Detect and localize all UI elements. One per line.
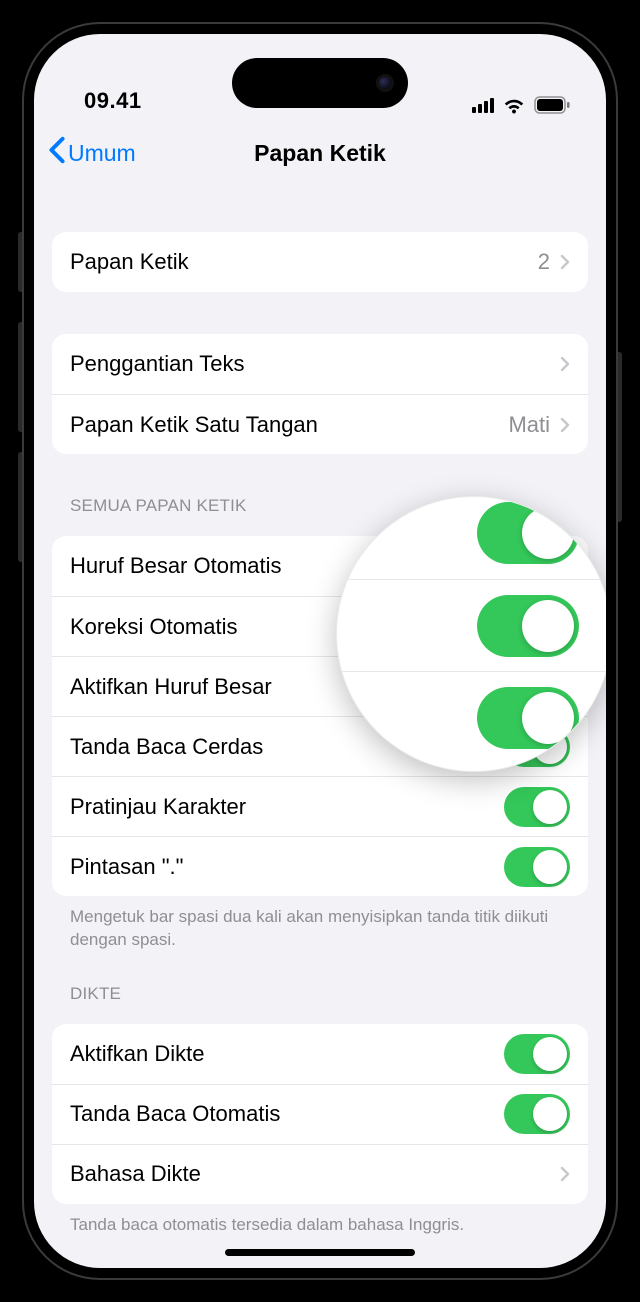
text-replacement-row[interactable]: Penggantian Teks — [52, 334, 588, 394]
one-handed-keyboard-row[interactable]: Papan Ketik Satu Tangan Mati — [52, 394, 588, 454]
dictation-group: Aktifkan Dikte Tanda Baca Otomatis Bahas… — [52, 1024, 588, 1204]
magnified-auto-correction-row — [337, 579, 606, 671]
dynamic-island — [232, 58, 408, 108]
wifi-icon — [502, 96, 526, 114]
row-label: Aktifkan Dikte — [70, 1041, 504, 1067]
row-label: Pintasan "." — [70, 854, 504, 880]
chevron-left-icon — [48, 136, 68, 170]
auto-punctuation-row: Tanda Baca Otomatis — [52, 1084, 588, 1144]
magnified-toggle-row — [337, 496, 606, 579]
chevron-right-icon — [560, 417, 570, 433]
magnified-auto-correction-toggle — [477, 595, 579, 657]
row-label: Bahasa Dikte — [70, 1161, 560, 1187]
enable-dictation-toggle[interactable] — [504, 1034, 570, 1074]
row-label: Penggantian Teks — [70, 351, 560, 377]
phone-frame: 09.41 Umum Papan Ketik — [22, 22, 618, 1280]
row-label: Papan Ketik Satu Tangan — [70, 412, 508, 438]
side-button — [18, 452, 22, 562]
cellular-signal-icon — [472, 97, 494, 113]
page-title: Papan Ketik — [254, 140, 386, 167]
back-label: Umum — [68, 140, 136, 167]
text-group: Penggantian Teks Papan Ketik Satu Tangan… — [52, 334, 588, 454]
navigation-bar: Umum Papan Ketik — [34, 124, 606, 182]
screen: 09.41 Umum Papan Ketik — [34, 34, 606, 1268]
home-indicator[interactable] — [225, 1249, 415, 1256]
magnified-toggle — [477, 502, 579, 564]
side-button — [18, 322, 22, 432]
row-label: Tanda Baca Otomatis — [70, 1101, 504, 1127]
character-preview-row: Pratinjau Karakter — [52, 776, 588, 836]
battery-icon — [534, 96, 570, 114]
character-preview-toggle[interactable] — [504, 787, 570, 827]
status-time: 09.41 — [84, 88, 142, 114]
front-camera — [376, 74, 394, 92]
all-keyboards-footer: Mengetuk bar spasi dua kali akan menyisi… — [52, 896, 588, 952]
keyboards-group: Papan Ketik 2 — [52, 232, 588, 292]
magnified-toggle — [477, 687, 579, 749]
magnifier-overlay — [336, 496, 606, 772]
keyboards-count: 2 — [538, 249, 550, 275]
period-shortcut-row: Pintasan "." — [52, 836, 588, 896]
back-button[interactable]: Umum — [48, 136, 136, 170]
chevron-right-icon — [560, 254, 570, 270]
chevron-right-icon — [560, 356, 570, 372]
row-value: Mati — [508, 412, 550, 438]
enable-dictation-row: Aktifkan Dikte — [52, 1024, 588, 1084]
row-label: Papan Ketik — [70, 249, 538, 275]
dictation-footer: Tanda baca otomatis tersedia dalam bahas… — [52, 1204, 588, 1237]
dictation-header: DIKTE — [52, 984, 588, 1012]
row-label: Pratinjau Karakter — [70, 794, 504, 820]
keyboards-row[interactable]: Papan Ketik 2 — [52, 232, 588, 292]
chevron-right-icon — [560, 1166, 570, 1182]
magnified-toggle-row — [337, 671, 606, 763]
period-shortcut-toggle[interactable] — [504, 847, 570, 887]
side-button — [618, 352, 622, 522]
auto-punctuation-toggle[interactable] — [504, 1094, 570, 1134]
dictation-language-row[interactable]: Bahasa Dikte — [52, 1144, 588, 1204]
